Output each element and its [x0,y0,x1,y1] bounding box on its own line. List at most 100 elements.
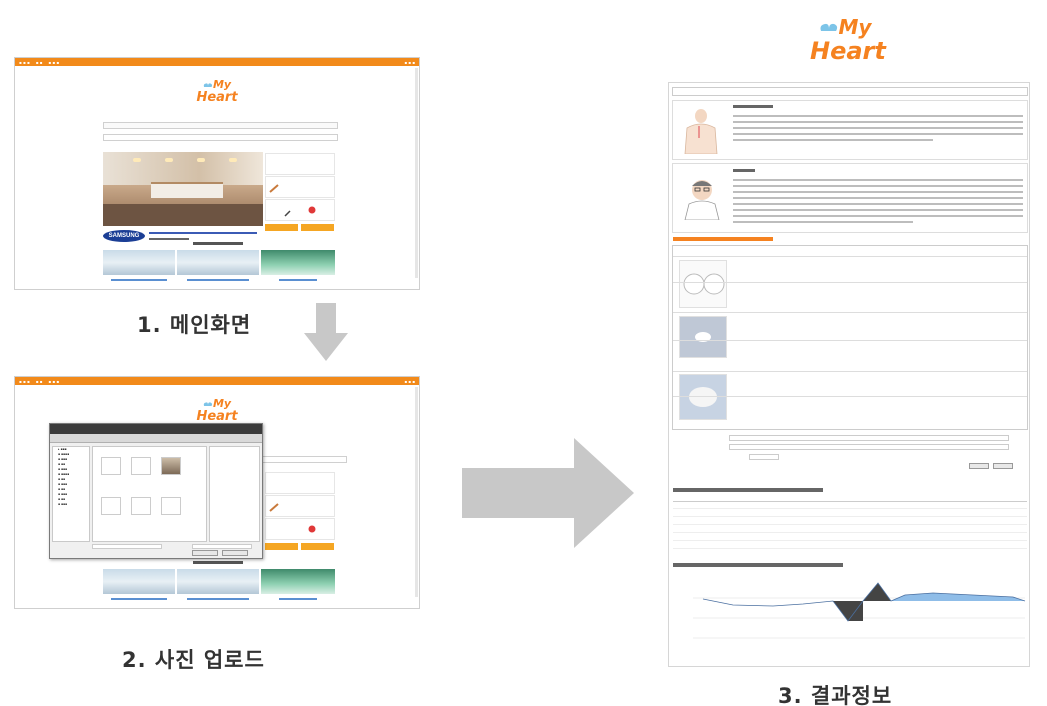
quick-button-1[interactable] [265,543,298,550]
text-line [733,185,1023,187]
hospital-thumb[interactable] [103,569,175,594]
thumb-caption[interactable] [111,279,167,281]
nav-item[interactable]: ▪ ▪ ▪ [19,60,30,65]
hospital-thumb[interactable] [261,250,335,275]
scrollbar[interactable] [415,387,418,597]
side-card-dept[interactable] [265,199,335,221]
recommended-hospitals-title [193,242,243,245]
hospital-thumb[interactable] [261,569,335,594]
nav-item[interactable]: ▪ ▪ ▪ [48,379,59,384]
hospital-thumb[interactable] [177,250,259,275]
scrollbar[interactable] [415,68,418,278]
nav-user[interactable]: ▪ ▪ ▪ [404,379,415,384]
nav-item[interactable]: ▪ ▪ ▪ [48,60,59,65]
memo-input[interactable] [729,444,1009,450]
file-type-select[interactable] [192,544,252,549]
step-2-label: 2. 사진 업로드 [122,648,265,672]
search-input[interactable] [103,122,338,129]
recommended-hospitals-title [193,561,243,564]
cost-summary-title [673,488,823,492]
search-input[interactable] [255,456,347,463]
medication-table [672,245,1028,430]
file-icon[interactable] [101,497,121,515]
syringe-icon [269,184,279,193]
dose-select[interactable] [749,454,779,460]
hospital-thumb[interactable] [103,250,175,275]
result-logo[interactable]: My Heart [810,15,886,65]
text-line [733,221,913,223]
syringe-icon [269,503,279,512]
logo-my-text: My [838,15,872,39]
open-button[interactable] [192,550,218,556]
pill-icon [680,317,726,357]
dialog-footer [52,544,260,556]
upload-field[interactable] [103,134,338,141]
file-icon[interactable] [161,497,181,515]
text-line [733,179,1023,181]
dialog-toolbar[interactable] [50,434,262,443]
hospital-logo: SAMSUNG [103,230,145,242]
reset-button[interactable] [993,463,1013,469]
file-icon[interactable] [101,457,121,475]
doctor-advice-block [672,163,1028,233]
file-list[interactable] [92,446,207,542]
nav-item[interactable]: ▪ ▪ [36,379,43,384]
thumb-caption[interactable] [187,598,249,600]
nav-user[interactable]: ▪ ▪ ▪ [404,60,415,65]
spike-area [863,583,891,601]
side-card-info[interactable] [265,472,335,494]
stethoscope-icon [308,525,316,533]
file-open-dialog[interactable]: ▸ ▪▪▪ ▪ ▪▪▪▪ ▪ ▪▪▪ ▪ ▪▪ ▪ ▪▪▪ ▪ ▪▪▪▪ ▪ ▪… [49,423,263,559]
thumb-caption[interactable] [279,598,317,600]
hero-hospital-image [103,152,263,226]
series-line [702,582,1026,622]
cancel-button[interactable] [222,550,248,556]
thumb-caption[interactable] [187,279,249,281]
hospital-subtext [149,238,189,240]
tree-item[interactable]: ▪ ▪▪▪ [53,502,89,507]
arrow-down-icon [304,303,348,361]
save-button[interactable] [969,463,989,469]
pin-icon [284,210,291,217]
nav-item[interactable]: ▪ ▪ [36,60,43,65]
hospital-thumb[interactable] [177,569,259,594]
memo-input[interactable] [729,435,1009,441]
quick-button-1[interactable] [265,224,298,231]
step-3-label: 3. 결과정보 [778,684,893,706]
advice-title [733,169,755,172]
text-line [733,197,1023,199]
text-line [733,203,1023,205]
dialog-title-bar[interactable] [50,424,262,434]
folder-tree[interactable]: ▸ ▪▪▪ ▪ ▪▪▪▪ ▪ ▪▪▪ ▪ ▪▪ ▪ ▪▪▪ ▪ ▪▪▪▪ ▪ ▪… [52,446,90,542]
side-card-guide[interactable] [265,495,335,517]
side-card-dept[interactable] [265,518,335,540]
site-logo[interactable]: My Heart [195,78,239,104]
file-icon[interactable] [131,457,151,475]
side-card-info[interactable] [265,153,335,175]
result-search-input[interactable] [672,87,1028,96]
pill-image [679,316,727,358]
step-1-label: 1. 메인화면 [137,313,252,337]
thumb-caption[interactable] [279,279,317,281]
file-icon[interactable] [161,457,181,475]
pill-image [679,260,727,308]
site-logo[interactable]: My Heart [195,397,239,423]
thumb-caption[interactable] [111,598,167,600]
text-line [733,191,1023,193]
quick-button-2[interactable] [301,224,334,231]
file-name-input[interactable] [92,544,162,549]
text-line [733,127,1023,129]
side-card-guide[interactable] [265,176,335,198]
logo-heart-text: Heart [196,90,238,105]
avg-cost-title [673,563,843,567]
file-preview-pane [209,446,260,542]
nav-item[interactable]: ▪ ▪ ▪ [19,379,30,384]
disease-info-block [672,100,1028,160]
text-line [733,121,1023,123]
quick-button-2[interactable] [301,543,334,550]
top-nav-bar: ▪ ▪ ▪ ▪ ▪ ▪ ▪ ▪ ▪ ▪ ▪ [15,58,419,66]
file-icon[interactable] [131,497,151,515]
upload-screen-shot: ▪ ▪ ▪ ▪ ▪ ▪ ▪ ▪ ▪ ▪ ▪ My Heart ▸ ▪▪▪ ▪ ▪… [14,376,420,609]
logo-heart-text: Heart [810,37,886,65]
hospital-description [149,232,257,234]
